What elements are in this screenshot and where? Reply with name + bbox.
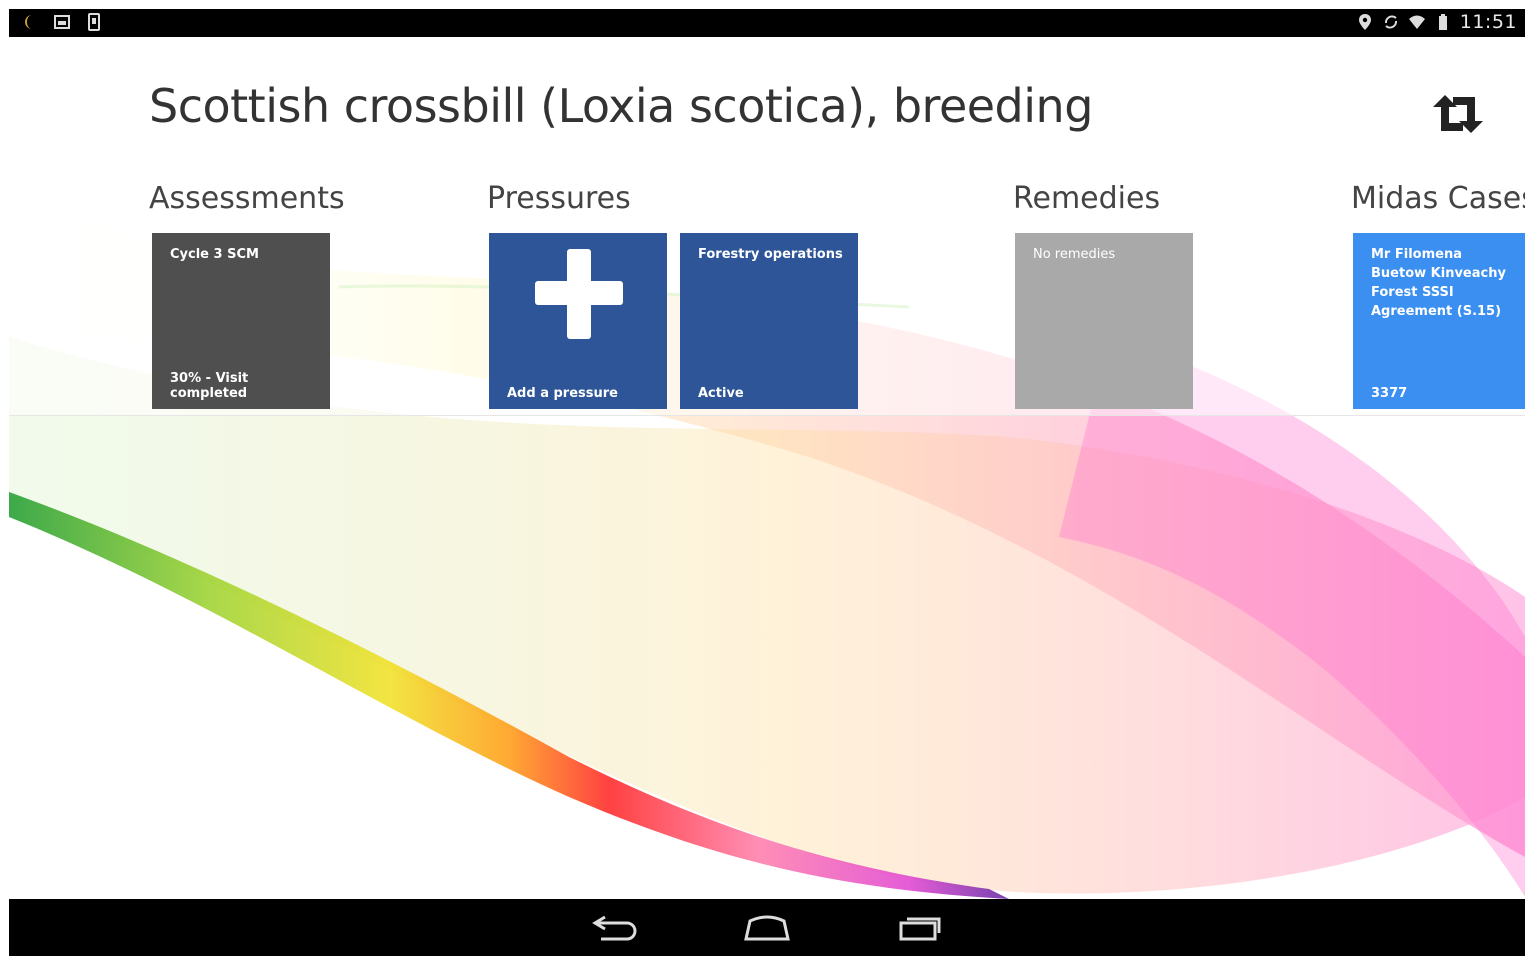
page-title: Scottish crossbill (Loxia scotica), bree… — [149, 79, 1093, 133]
wifi-icon — [1408, 15, 1425, 29]
app-screen: 11:51 Scottish crossbill (Loxia scotica)… — [9, 9, 1525, 956]
clock: 11:51 — [1459, 11, 1517, 33]
moon-icon — [25, 15, 32, 29]
tile-id: 3377 — [1371, 386, 1408, 401]
midas-case-tile[interactable]: Mr Filomena Buetow Kinveachy Forest SSSI… — [1353, 233, 1525, 409]
location-icon — [1358, 14, 1371, 30]
home-icon[interactable] — [742, 911, 792, 943]
phone-icon — [88, 13, 100, 31]
battery-icon — [1438, 14, 1447, 30]
tile-status: 30% - Visit completed — [170, 371, 249, 401]
tile-label: Add a pressure — [507, 386, 618, 401]
pressure-tile[interactable]: Forestry operations Active — [680, 233, 858, 409]
tile-title: Mr Filomena Buetow Kinveachy Forest SSSI… — [1371, 247, 1506, 319]
sync-arrows-icon[interactable] — [1429, 93, 1487, 135]
tile-title: No remedies — [1033, 247, 1116, 262]
tile-title: Forestry operations — [698, 247, 843, 262]
add-pressure-tile[interactable]: Add a pressure — [489, 233, 667, 409]
tile-title: Cycle 3 SCM — [170, 247, 259, 262]
image-icon — [54, 15, 70, 29]
recent-apps-icon[interactable] — [895, 911, 945, 943]
pressures-heading: Pressures — [487, 181, 631, 216]
sync-icon — [1384, 15, 1397, 29]
remedies-heading: Remedies — [1013, 181, 1161, 216]
back-icon[interactable] — [591, 911, 641, 943]
tile-status: Active — [698, 386, 744, 401]
assessment-tile[interactable]: Cycle 3 SCM 30% - Visit completed — [152, 233, 330, 409]
navigation-bar — [9, 899, 1525, 956]
remedy-tile[interactable]: No remedies — [1015, 233, 1193, 409]
assessments-heading: Assessments — [149, 181, 345, 216]
midas-cases-heading: Midas Cases — [1351, 181, 1525, 216]
status-bar: 11:51 — [9, 9, 1525, 37]
